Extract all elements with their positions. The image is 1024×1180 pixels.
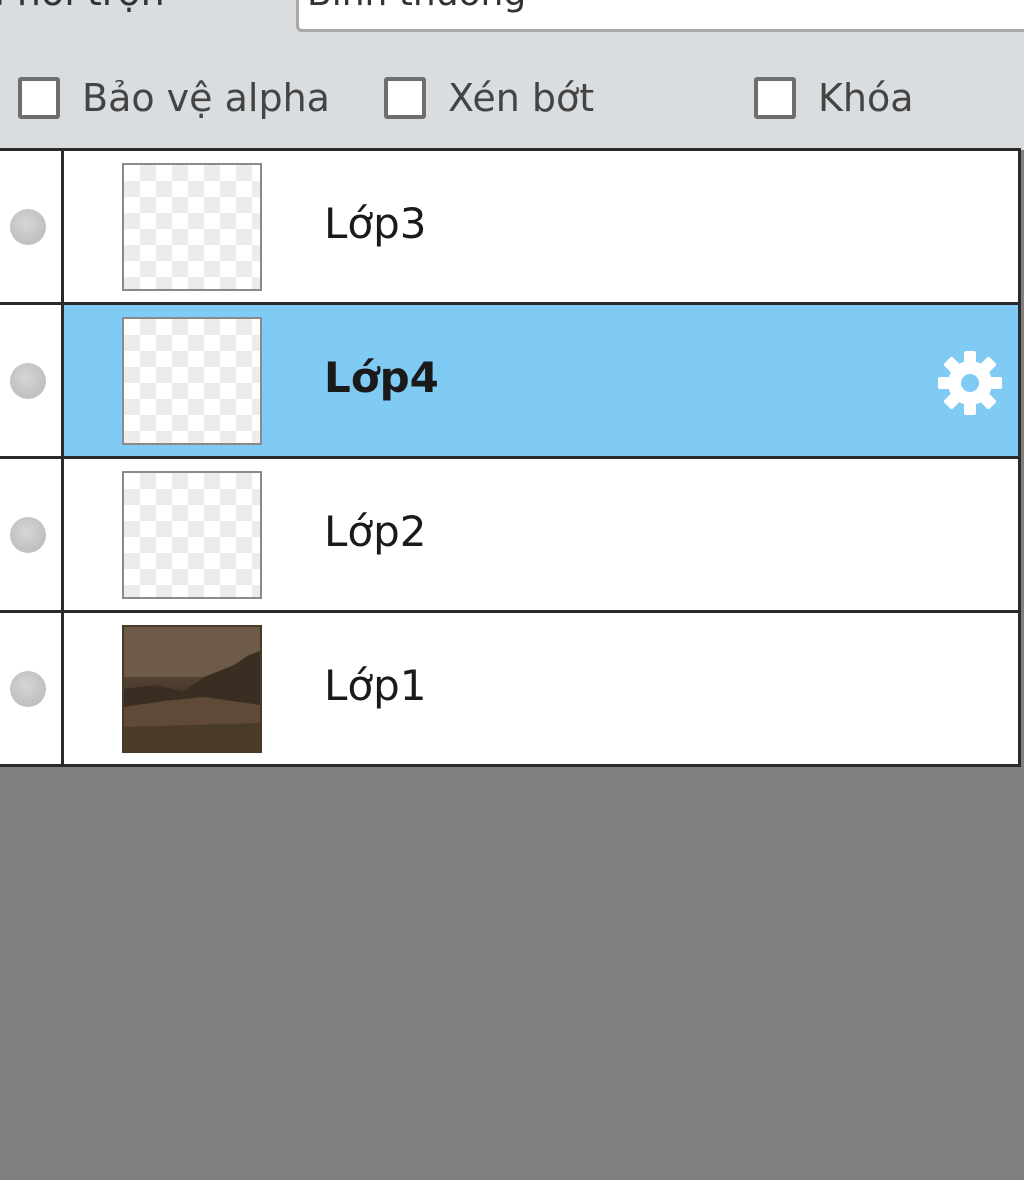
blend-mode-value: Bình thường (307, 0, 526, 14)
layer-name: Lớp4 (324, 353, 439, 402)
visibility-column (0, 305, 64, 456)
visibility-column (0, 151, 64, 302)
gear-icon[interactable] (934, 347, 1006, 419)
visibility-toggle-icon[interactable] (10, 517, 46, 553)
visibility-column (0, 613, 64, 764)
clip-box[interactable] (384, 77, 426, 119)
protect-alpha-label: Bảo vệ alpha (82, 76, 330, 120)
blend-mode-label: Phối trộn (0, 0, 165, 14)
clip-label: Xén bớt (448, 76, 595, 120)
blend-mode-select[interactable]: Bình thường (296, 0, 1024, 32)
clip-checkbox[interactable]: Xén bớt (384, 70, 594, 126)
visibility-toggle-icon[interactable] (10, 209, 46, 245)
layer-content[interactable]: Lớp4 (64, 305, 1021, 456)
layer-thumbnail-photo (122, 625, 262, 753)
visibility-column (0, 459, 64, 610)
layer-row[interactable]: Lớp1 (0, 610, 1021, 767)
layer-thumbnail (122, 471, 262, 599)
layer-content[interactable]: Lớp1 (64, 613, 1021, 764)
layer-list: Lớp3 Lớp4 Lớp2 Lớp1 (0, 148, 1021, 767)
lock-box[interactable] (754, 77, 796, 119)
protect-alpha-checkbox[interactable]: Bảo vệ alpha (18, 70, 330, 126)
layer-content[interactable]: Lớp3 (64, 151, 1021, 302)
layer-content[interactable]: Lớp2 (64, 459, 1021, 610)
layer-name: Lớp3 (324, 199, 427, 248)
lock-checkbox[interactable]: Khóa (754, 70, 914, 126)
layer-thumbnail (122, 163, 262, 291)
protect-alpha-box[interactable] (18, 77, 60, 119)
layer-name: Lớp2 (324, 507, 427, 556)
lock-label: Khóa (818, 76, 914, 120)
layer-options-bar: Phối trộn Bình thường Bảo vệ alpha Xén b… (0, 0, 1024, 150)
layer-thumbnail (122, 317, 262, 445)
layer-name: Lớp1 (324, 661, 427, 710)
visibility-toggle-icon[interactable] (10, 363, 46, 399)
layer-row-selected[interactable]: Lớp4 (0, 302, 1021, 456)
layer-row[interactable]: Lớp3 (0, 148, 1021, 302)
layer-row[interactable]: Lớp2 (0, 456, 1021, 610)
layers-panel: Phối trộn Bình thường Bảo vệ alpha Xén b… (0, 0, 1024, 1180)
visibility-toggle-icon[interactable] (10, 671, 46, 707)
landscape-thumbnail-image (124, 627, 260, 751)
